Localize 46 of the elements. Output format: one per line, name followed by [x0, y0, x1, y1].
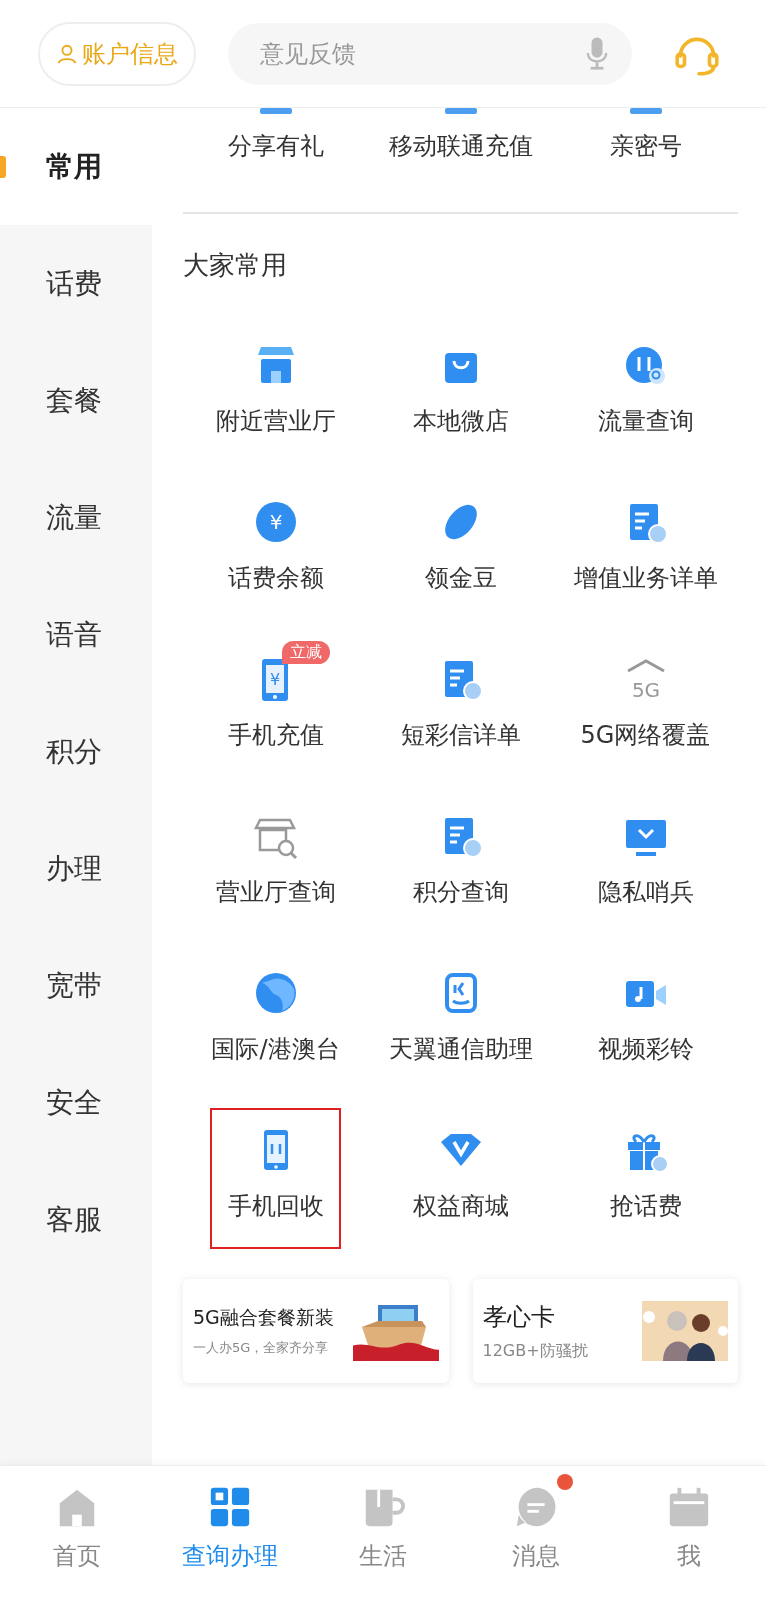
- category-tab[interactable]: 语音: [0, 576, 152, 693]
- promo-subtitle: 12GB+防骚扰: [482, 1340, 589, 1362]
- service-label[interactable]: 国际/港澳台: [211, 1033, 340, 1065]
- nav-tab[interactable]: 生活: [306, 1466, 460, 1600]
- service-label[interactable]: 领金豆: [424, 562, 497, 594]
- discount-badge: 立减: [281, 641, 330, 664]
- promo-card[interactable]: 5G融合套餐新装 一人办5G，全家齐分享: [183, 1279, 449, 1383]
- section-title: 大家常用: [183, 249, 288, 282]
- category-tab[interactable]: 办理: [0, 810, 152, 927]
- service-label[interactable]: 5G网络覆盖: [580, 719, 711, 751]
- service-label[interactable]: 话费余额: [227, 562, 324, 594]
- person-icon: [56, 42, 78, 65]
- category-tab[interactable]: 套餐: [0, 342, 152, 459]
- promo-subtitle: 一人办5G，全家齐分享: [193, 1339, 330, 1357]
- service-label[interactable]: 本地微店: [412, 405, 509, 437]
- category-tab[interactable]: 话费: [0, 225, 152, 342]
- category-tab[interactable]: 客服: [0, 1161, 152, 1278]
- promo-title: 5G融合套餐新装: [193, 1305, 335, 1330]
- service-label[interactable]: 短彩信详单: [400, 719, 521, 751]
- service-label[interactable]: 权益商城: [412, 1190, 509, 1222]
- category-tab[interactable]: 常用: [0, 108, 152, 225]
- nav-tab[interactable]: 我: [612, 1466, 766, 1600]
- promo-title: 孝心卡: [482, 1301, 556, 1333]
- service-label[interactable]: 移动联通充值: [388, 130, 533, 162]
- promo-card[interactable]: 孝心卡 12GB+防骚扰: [472, 1279, 738, 1383]
- category-tab[interactable]: 宽带: [0, 927, 152, 1044]
- service-label[interactable]: 流量查询: [597, 405, 694, 437]
- service-label[interactable]: 隐私哨兵: [597, 876, 694, 908]
- microphone-icon[interactable]: [586, 36, 608, 71]
- service-label[interactable]: 分享有礼: [227, 130, 324, 162]
- service-label[interactable]: 亲密号: [609, 130, 682, 162]
- service-label[interactable]: 手机充值: [227, 719, 324, 751]
- service-label[interactable]: 营业厅查询: [215, 876, 336, 908]
- category-tab[interactable]: 积分: [0, 693, 152, 810]
- service-label[interactable]: 天翼通信助理: [388, 1033, 533, 1065]
- nav-tab[interactable]: 首页: [0, 1466, 154, 1600]
- service-label[interactable]: 附近营业厅: [215, 405, 336, 437]
- service-label[interactable]: 手机回收: [227, 1190, 324, 1222]
- service-label[interactable]: 增值业务详单: [573, 562, 718, 594]
- nav-tab[interactable]: 消息: [459, 1466, 613, 1600]
- search-field[interactable]: 意见反馈: [228, 22, 632, 85]
- service-label[interactable]: 视频彩铃: [597, 1033, 694, 1065]
- category-tab[interactable]: 流量: [0, 459, 152, 576]
- category-tab[interactable]: 安全: [0, 1044, 152, 1161]
- service-label[interactable]: 抢话费: [609, 1190, 682, 1222]
- service-label[interactable]: 积分查询: [412, 876, 509, 908]
